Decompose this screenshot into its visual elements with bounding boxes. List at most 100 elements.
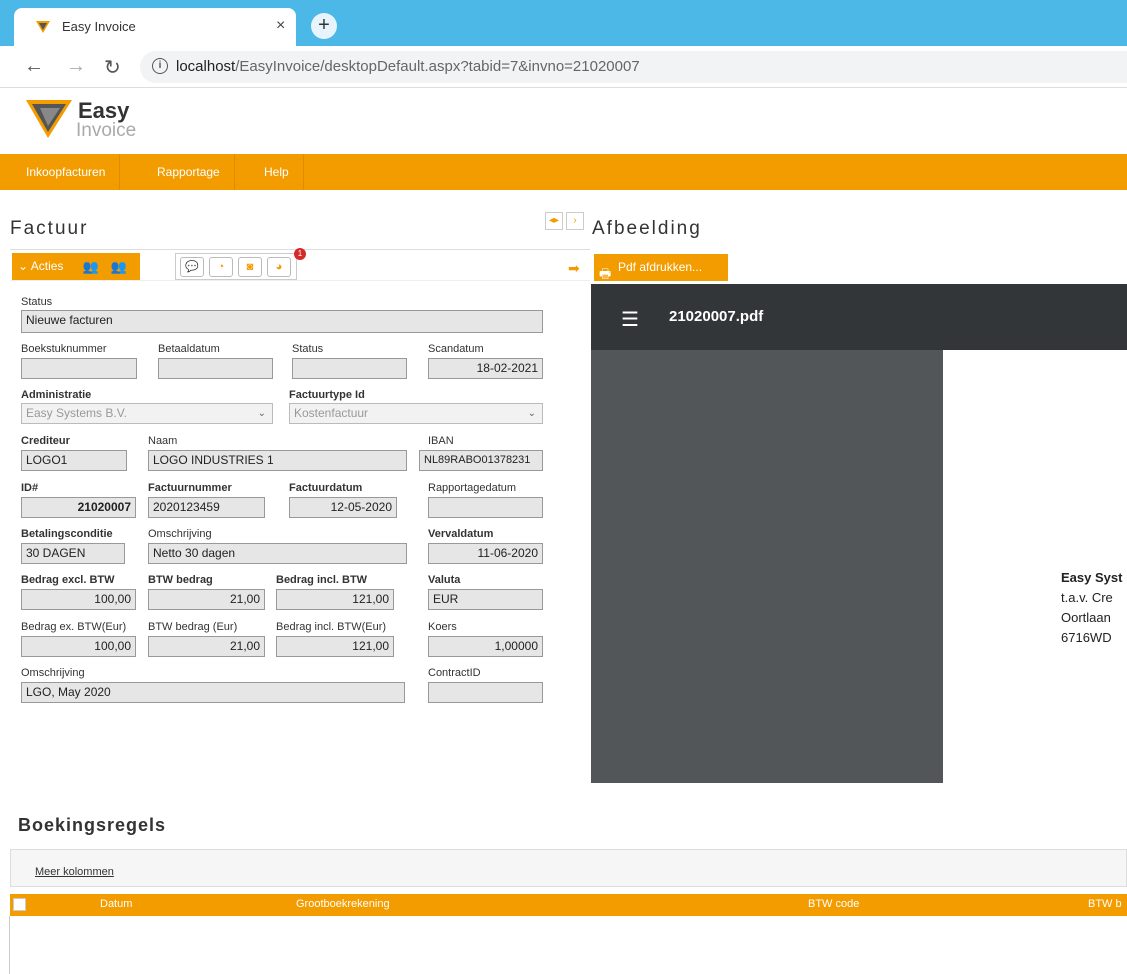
tab-close-icon[interactable]: × (276, 17, 285, 35)
boekingsregels-grid-header: Datum Grootboekrekening BTW code BTW b (10, 894, 1127, 916)
valuta-label: Valuta (428, 574, 461, 586)
info-icon[interactable]: i (152, 58, 168, 74)
logo-mark-icon (26, 100, 72, 138)
rapportagedatum-field[interactable] (428, 497, 543, 518)
boekstuknummer-label: Boekstuknummer (21, 343, 107, 355)
meer-kolommen-link[interactable]: Meer kolommen (35, 866, 114, 878)
menu-item-rapportage[interactable]: Rapportage (143, 154, 235, 190)
factuurdatum-field[interactable]: 12-05-2020 (289, 497, 397, 518)
betalingsconditie-field[interactable]: 30 DAGEN (21, 543, 125, 564)
bedrag-excl-btw-field[interactable]: 100,00 (21, 589, 136, 610)
betalingsconditie-label: Betalingsconditie (21, 528, 113, 540)
afbeelding-title: Afbeelding (592, 218, 702, 239)
pdf-address-line: Oortlaan (1061, 610, 1111, 625)
omschrijving1-field[interactable]: Netto 30 dagen (148, 543, 407, 564)
pdf-viewer-toolbar: ☰ 21020007.pdf (591, 284, 1127, 350)
chevron-down-icon: ⌄ (257, 408, 266, 419)
bedrag-incl-btw-field[interactable]: 121,00 (276, 589, 394, 610)
btw-bedrag-eur-field[interactable]: 21,00 (148, 636, 265, 657)
boekstuknummer-field[interactable] (21, 358, 137, 379)
btw-bedrag-field[interactable]: 21,00 (148, 589, 265, 610)
rapportagedatum-label: Rapportagedatum (428, 482, 517, 494)
reload-icon[interactable]: ↻ (104, 55, 121, 80)
chevron-down-icon: ⌄ (527, 408, 536, 419)
acties-label: Acties (30, 259, 64, 273)
pdf-print-button[interactable]: 🖶 Pdf afdrukken... (594, 254, 728, 281)
naam-label: Naam (148, 435, 178, 447)
factuurnummer-label: Factuurnummer (148, 482, 232, 494)
document-clock-icon[interactable]: ◔ (209, 257, 233, 277)
collapse-right-icon[interactable]: › (566, 212, 584, 230)
omschrijving1-label: Omschrijving (148, 528, 212, 540)
pdf-address-line: 6716WD (1061, 630, 1112, 645)
administratie-value: Easy Systems B.V. (26, 406, 127, 420)
app-logo[interactable]: Easy Invoice (26, 92, 186, 148)
pdf-filename: 21020007.pdf (669, 308, 764, 325)
url-text[interactable]: localhost/EasyInvoice/desktopDefault.asp… (176, 58, 640, 75)
bedrag-incl-btw-eur-label: Bedrag incl. BTW(Eur) (276, 621, 387, 633)
notification-badge: 1 (294, 248, 306, 260)
bedrag-incl-btw-eur-field[interactable]: 121,00 (276, 636, 394, 657)
factuurtype-select[interactable]: Kostenfactuur ⌄ (289, 403, 543, 424)
column-header-btw-code[interactable]: BTW code (808, 898, 859, 910)
comment-icon[interactable]: 💬 (180, 257, 204, 277)
menu-item-inkoopfacturen[interactable]: Inkoopfacturen (12, 154, 121, 190)
easy-invoice-favicon-icon (36, 21, 50, 33)
menu-item-help[interactable]: Help (250, 154, 304, 190)
pdf-print-label: Pdf afdrukken... (618, 260, 703, 274)
select-all-checkbox[interactable] (13, 898, 26, 911)
forward-arrow-icon[interactable]: → (66, 55, 86, 78)
factuurnummer-field[interactable]: 2020123459 (148, 497, 265, 518)
omschrijving2-field[interactable]: LGO, May 2020 (21, 682, 405, 703)
people-add-icon[interactable]: 👥 (108, 255, 130, 277)
scandatum-field[interactable]: 18-02-2021 (428, 358, 543, 379)
arrow-right-icon: ➡ (568, 260, 580, 276)
valuta-field[interactable]: EUR (428, 589, 543, 610)
document-notes-icon[interactable]: ◕ (267, 257, 291, 277)
column-header-btw-bedrag[interactable]: BTW b (1088, 898, 1122, 910)
column-header-grootboekrekening[interactable]: Grootboekrekening (296, 898, 390, 910)
bedrag-excl-btw-label: Bedrag excl. BTW (21, 574, 115, 586)
betaaldatum-field[interactable] (158, 358, 273, 379)
hamburger-menu-icon[interactable]: ☰ (621, 307, 639, 332)
status-field[interactable]: Nieuwe facturen (21, 310, 543, 333)
address-bar[interactable]: i localhost/EasyInvoice/desktopDefault.a… (140, 51, 1127, 83)
koers-field[interactable]: 1,00000 (428, 636, 543, 657)
pdf-address-line: t.a.v. Cre (1061, 590, 1113, 605)
status2-label: Status (292, 343, 324, 355)
url-path: /EasyInvoice/desktopDefault.aspx?tabid=7… (235, 58, 640, 75)
crediteur-label: Crediteur (21, 435, 70, 447)
browser-tab[interactable]: Easy Invoice × (14, 8, 296, 46)
acties-button[interactable]: ⌄ Acties 👥 👥 (12, 253, 140, 280)
vervaldatum-field[interactable]: 11-06-2020 (428, 543, 543, 564)
status2-field[interactable] (292, 358, 407, 379)
contractid-field[interactable] (428, 682, 543, 703)
betaaldatum-label: Betaaldatum (158, 343, 220, 355)
koers-label: Koers (428, 621, 457, 633)
chevron-down-icon: ⌄ (18, 259, 29, 273)
people-icon[interactable]: 👥 (80, 255, 102, 277)
grid-left-border (9, 916, 10, 974)
factuurdatum-label: Factuurdatum (289, 482, 363, 494)
naam-field[interactable]: LOGO INDUSTRIES 1 (148, 450, 407, 471)
pdf-toolbar: ➡ 🖶 Pdf afdrukken... (568, 254, 1127, 282)
administratie-label: Administratie (21, 389, 92, 401)
status-label: Status (21, 296, 53, 308)
new-tab-button[interactable]: + (311, 13, 337, 39)
collapse-left-icon[interactable]: ◂▸ (545, 212, 563, 230)
factuur-actions-bar: ⌄ Acties 👥 👥 💬 ◔ ◙ ◕ 1 (10, 248, 590, 281)
column-header-datum[interactable]: Datum (100, 898, 132, 910)
iban-field[interactable]: NL89RABO01378231 (419, 450, 543, 471)
browser-toolbar: ← → ↻ i localhost/EasyInvoice/desktopDef… (0, 46, 1127, 88)
bedrag-ex-btw-eur-label: Bedrag ex. BTW(Eur) (21, 621, 127, 633)
document-tools: 💬 ◔ ◙ ◕ (175, 253, 297, 280)
document-attach-icon[interactable]: ◙ (238, 257, 262, 277)
back-arrow-icon[interactable]: ← (24, 55, 44, 78)
bedrag-ex-btw-eur-field[interactable]: 100,00 (21, 636, 136, 657)
id-field[interactable]: 21020007 (21, 497, 136, 518)
printer-icon: 🖶 (599, 266, 612, 281)
administratie-select[interactable]: Easy Systems B.V. ⌄ (21, 403, 273, 424)
id-label: ID# (21, 482, 39, 494)
main-menubar: Inkoopfacturen Rapportage Help (0, 154, 1127, 190)
crediteur-field[interactable]: LOGO1 (21, 450, 127, 471)
